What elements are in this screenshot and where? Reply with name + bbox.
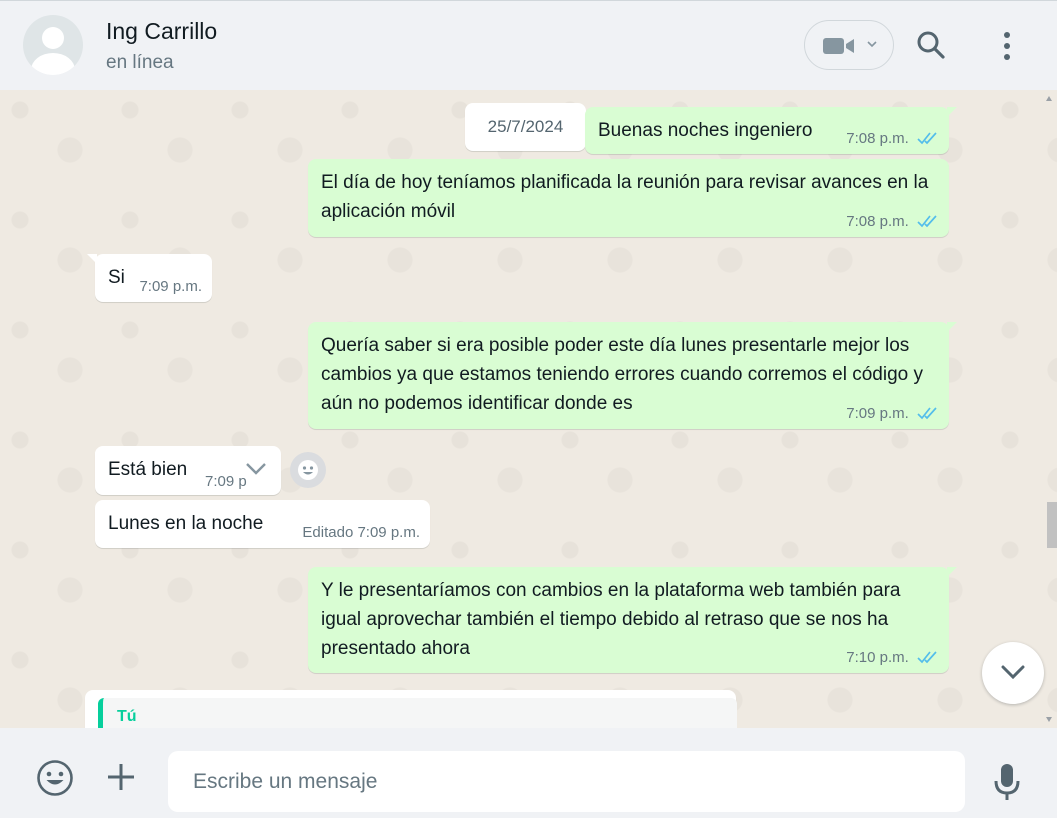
video-call-button[interactable]	[804, 20, 894, 70]
emoji-icon[interactable]	[36, 759, 74, 797]
read-ticks-icon	[917, 651, 937, 664]
plus-icon[interactable]	[106, 762, 136, 792]
chevron-down-icon[interactable]	[245, 462, 267, 476]
contact-name[interactable]: Ing Carrillo	[106, 18, 217, 45]
message-text: Y le presentaríamos con cambios en la pl…	[321, 580, 901, 659]
message-text: El día de hoy teníamos planificada la re…	[321, 172, 929, 222]
message-input[interactable]	[168, 751, 965, 812]
contact-avatar[interactable]	[23, 15, 83, 75]
message-meta: 7:09 p.m.	[139, 278, 202, 296]
message-outgoing[interactable]: Quería saber si era posible poder este d…	[308, 322, 957, 429]
scroll-up-arrow[interactable]	[1046, 96, 1052, 101]
message-time: 7:09 p.m.	[357, 524, 420, 541]
read-ticks-icon	[917, 407, 937, 420]
message-input-container	[168, 751, 965, 812]
message-incoming[interactable]: Si 7:09 p.m.	[87, 254, 212, 302]
message-outgoing-reply[interactable]: Tú	[85, 690, 737, 728]
message-time: 7:09 p.m.	[846, 405, 909, 422]
chat-area[interactable]: 25/7/2024 Buenas noches ingeniero 7:08 p…	[0, 90, 1057, 728]
edited-label: Editado	[302, 524, 354, 541]
message-time: 7:09 p.m.	[139, 278, 202, 295]
message-meta: Editado 7:09 p.m.	[302, 524, 420, 542]
read-ticks-icon	[917, 215, 937, 228]
react-emoji-button[interactable]	[290, 452, 326, 488]
chevron-down-icon	[867, 41, 877, 48]
message-time: 7:08 p.m.	[846, 213, 909, 230]
message-meta: 7:09 p.m.	[846, 405, 939, 423]
message-meta: 7:08 p.m.	[846, 213, 939, 231]
message-outgoing[interactable]: Buenas noches ingeniero 7:08 p.m.	[585, 107, 957, 154]
message-time: 7:09 p	[205, 473, 247, 490]
scroll-to-bottom-button[interactable]	[982, 642, 1044, 704]
menu-icon[interactable]	[996, 30, 1018, 62]
message-time: 7:08 p.m.	[846, 130, 909, 147]
message-outgoing[interactable]: Y le presentaríamos con cambios en la pl…	[308, 567, 957, 673]
scroll-down-arrow[interactable]	[1046, 717, 1052, 722]
search-icon[interactable]	[916, 30, 946, 60]
video-call-icon	[823, 38, 854, 54]
message-outgoing[interactable]: El día de hoy teníamos planificada la re…	[308, 159, 949, 237]
read-ticks-icon	[917, 132, 937, 145]
message-text: Quería saber si era posible poder este d…	[321, 335, 923, 414]
chevron-down-icon	[1001, 665, 1025, 680]
message-time: 7:10 p.m.	[846, 649, 909, 666]
message-incoming[interactable]: Lunes en la noche Editado 7:09 p.m.	[95, 500, 430, 548]
avatar-head	[42, 27, 64, 49]
contact-status: en línea	[106, 52, 174, 73]
message-meta: 7:10 p.m.	[846, 649, 939, 667]
message-meta: 7:09 p	[205, 473, 247, 491]
quoted-message[interactable]: Tú	[98, 698, 737, 728]
mic-icon[interactable]	[992, 763, 1022, 803]
message-meta: 7:08 p.m.	[846, 130, 939, 148]
compose-bar	[0, 728, 1057, 818]
emoji-icon	[298, 460, 318, 480]
chat-header: Ing Carrillo en línea	[0, 0, 1057, 90]
avatar-body	[31, 53, 75, 75]
date-chip: 25/7/2024	[465, 103, 586, 151]
quoted-author: Tú	[117, 708, 137, 725]
scrollbar-thumb[interactable]	[1047, 502, 1057, 548]
message-incoming[interactable]: Está bien 7:09 p	[95, 446, 281, 495]
